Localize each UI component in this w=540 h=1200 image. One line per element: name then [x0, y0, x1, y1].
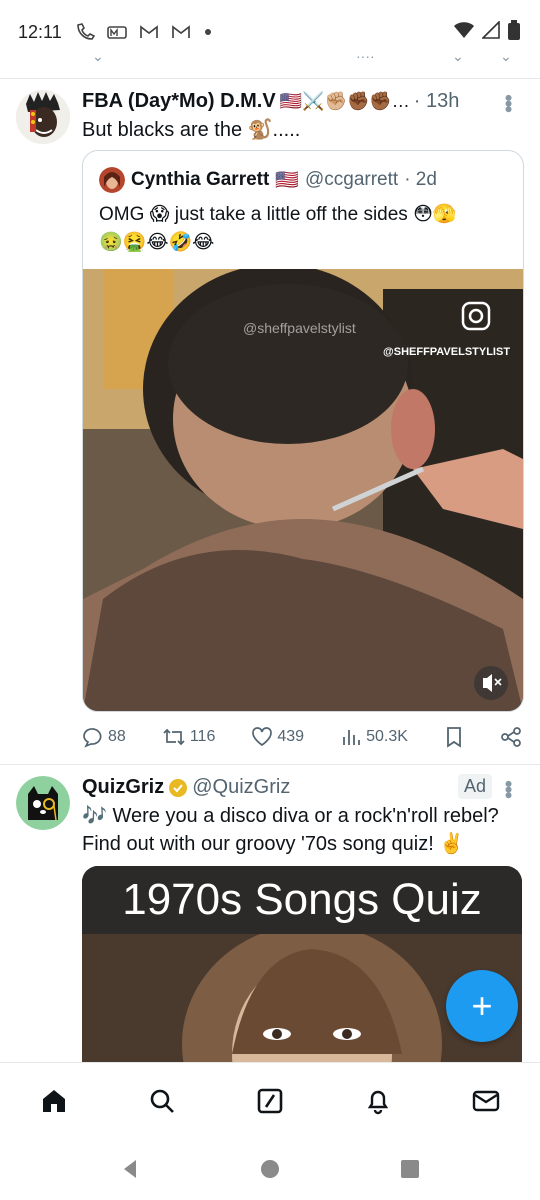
bottom-nav: [0, 1062, 540, 1139]
quote-author-flag: 🇺🇸: [275, 170, 299, 191]
retweet-icon: [163, 728, 185, 746]
views-icon: [343, 730, 361, 745]
recents-icon[interactable]: [398, 1157, 422, 1181]
quoted-tweet[interactable]: Cynthia Garrett 🇺🇸 @ccgarrett · 2d OMG 😱…: [82, 150, 524, 712]
avatar[interactable]: [16, 90, 70, 144]
tweet-header: QuizGriz @QuizGriz: [82, 776, 290, 799]
battery-icon: [508, 20, 520, 40]
view-count: 50.3K: [366, 728, 408, 745]
quote-text: OMG 😱 just take a little off the sides 😳…: [99, 201, 509, 257]
more-options-icon[interactable]: •••: [496, 94, 521, 111]
author-name[interactable]: FBA (Day*Mo) D.M.V: [82, 90, 276, 113]
tweet-actions: 88 116 439 50.3K: [82, 722, 522, 752]
tweet-text-line1: 🎶 Were you a disco diva or a rock'n'roll…: [82, 805, 499, 827]
m-app-icon: [107, 26, 127, 39]
prev-views-icon: ····: [356, 48, 375, 64]
gmail-icon: [172, 25, 190, 38]
tweet-text: 🎶 Were you a disco diva or a rock'n'roll…: [82, 802, 532, 858]
quote-text-line1: OMG 😱 just take a little off the sides 😳…: [99, 204, 457, 225]
video-frame: @sheffpavelstylist @SHEFFPAVELSTYLIST: [83, 269, 523, 711]
grok-icon: [257, 1088, 283, 1114]
verified-badge-icon: [169, 778, 188, 797]
nav-home[interactable]: [30, 1077, 78, 1125]
tweet-text: But blacks are the 🐒.....: [82, 119, 301, 141]
tweet-time: · 13h: [413, 90, 460, 112]
retweet-count: 116: [189, 728, 216, 745]
nav-grok[interactable]: [246, 1077, 294, 1125]
quote-handle[interactable]: @ccgarrett: [305, 169, 398, 191]
like-button[interactable]: 439: [251, 726, 304, 748]
home-icon: [43, 1090, 65, 1112]
bookmark-icon: [447, 727, 461, 748]
back-icon[interactable]: [118, 1157, 142, 1181]
quote-author-name[interactable]: Cynthia Garrett: [131, 169, 269, 191]
reply-count: 88: [108, 728, 126, 745]
heart-icon: [252, 727, 273, 747]
signal-icon: [482, 21, 500, 39]
promo-card[interactable]: 1970s Songs Quiz: [82, 866, 522, 1066]
more-options-icon[interactable]: •••: [496, 780, 521, 797]
promo-title: 1970s Songs Quiz: [82, 866, 522, 934]
author-handle[interactable]: @QuizGriz: [192, 776, 290, 799]
tweet-text-line2: Find out with our groovy '70s song quiz!…: [82, 833, 465, 855]
status-time: 12:11: [18, 22, 62, 42]
home-circle-icon[interactable]: [258, 1157, 282, 1181]
ad-badge: Ad: [457, 774, 492, 799]
quote-time: · 2d: [404, 169, 437, 190]
gmail-icon: [140, 25, 158, 38]
nav-messages[interactable]: [462, 1077, 510, 1125]
bell-icon: [367, 1090, 389, 1115]
notification-icons: [74, 21, 214, 43]
quote-header: Cynthia Garrett 🇺🇸 @ccgarrett · 2d: [99, 167, 437, 193]
prev-share-icon: ⌄: [500, 48, 512, 64]
wifi-icon: [454, 22, 474, 38]
tweet[interactable]: FBA (Day*Mo) D.M.V 🇺🇸⚔️✊🏼✊🏾✊🏾… · 13h •••…: [0, 78, 540, 764]
share-icon: [501, 727, 521, 747]
bookmark-button[interactable]: [444, 726, 464, 748]
previous-tweet-actions: ⌄ ···· ⌄ ⌄: [0, 48, 540, 79]
prev-bookmark-icon: ⌄: [452, 48, 464, 64]
views-button[interactable]: 50.3K: [340, 726, 408, 748]
like-count: 439: [277, 728, 305, 745]
phone-wifi-icon: [77, 23, 96, 40]
prev-reply-icon: ⌄: [92, 48, 104, 64]
system-nav-bar: [0, 1138, 540, 1200]
author-name[interactable]: QuizGriz: [82, 776, 164, 799]
video-watermark: @sheffpavelstylist: [243, 320, 356, 336]
status-right-icons: [454, 20, 520, 40]
video-tag: @SHEFFPAVELSTYLIST: [383, 346, 510, 358]
reply-icon: [83, 728, 102, 748]
tweet-header: FBA (Day*Mo) D.M.V 🇺🇸⚔️✊🏼✊🏾✊🏾… · 13h: [82, 90, 459, 113]
retweet-button[interactable]: 116: [162, 726, 216, 748]
search-icon: [150, 1089, 174, 1113]
mail-icon: [472, 1090, 500, 1112]
quote-text-line2: 🤢🤮😂🤣😂: [99, 232, 215, 253]
video-player[interactable]: @sheffpavelstylist @SHEFFPAVELSTYLIST: [83, 269, 523, 711]
compose-fab-button[interactable]: +: [446, 970, 518, 1042]
reply-button[interactable]: 88: [82, 726, 126, 748]
dot-icon: [205, 29, 211, 35]
avatar[interactable]: [16, 776, 70, 830]
nav-notifications[interactable]: [354, 1077, 402, 1125]
nav-search[interactable]: [138, 1077, 186, 1125]
quote-avatar[interactable]: [99, 167, 125, 193]
share-button[interactable]: [500, 726, 522, 748]
author-emojis: 🇺🇸⚔️✊🏼✊🏾✊🏾…: [279, 91, 410, 111]
